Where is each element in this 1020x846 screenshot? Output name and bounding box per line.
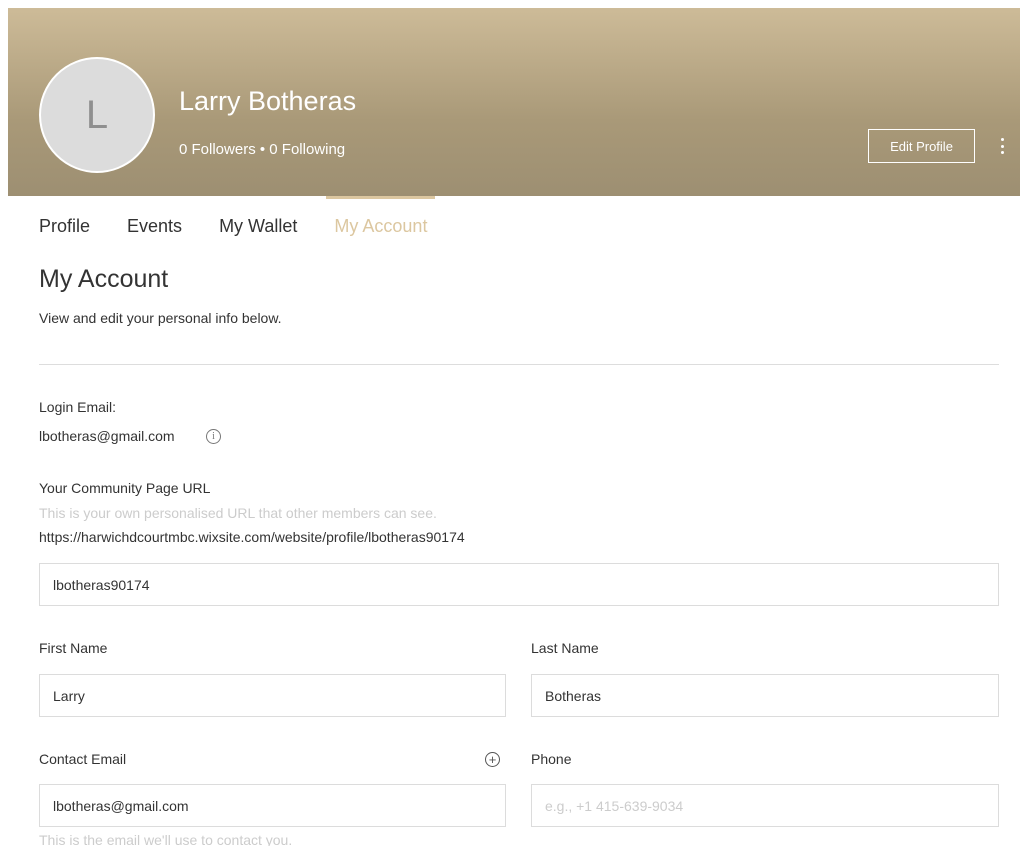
page-title: My Account xyxy=(39,265,169,293)
login-email-label: Login Email: xyxy=(39,399,117,415)
profile-tabs: Profile Events My Wallet My Account xyxy=(39,196,464,240)
page-subtitle: View and edit your personal info below. xyxy=(39,310,282,326)
tab-profile[interactable]: Profile xyxy=(39,196,90,240)
tab-events[interactable]: Events xyxy=(127,196,182,240)
plus-circle-icon[interactable]: + xyxy=(485,752,500,767)
contact-email-label: Contact Email xyxy=(39,751,127,767)
contact-email-hint: This is the email we'll use to contact y… xyxy=(39,832,293,846)
community-url-hint: This is your own personalised URL that o… xyxy=(39,505,437,521)
divider xyxy=(39,364,999,365)
first-name-input[interactable] xyxy=(39,674,506,717)
phone-input[interactable] xyxy=(531,784,999,827)
last-name-label: Last Name xyxy=(531,640,599,656)
profile-name: Larry Botheras xyxy=(179,86,357,116)
avatar[interactable]: L xyxy=(39,57,155,173)
info-icon[interactable]: i xyxy=(206,429,221,444)
tab-my-account[interactable]: My Account xyxy=(326,196,436,240)
login-email-value: lbotheras@gmail.com xyxy=(39,428,175,444)
edit-profile-button[interactable]: Edit Profile xyxy=(868,129,975,163)
community-url-value: https://harwichdcourtmbc.wixsite.com/web… xyxy=(39,529,465,545)
profile-header: L Larry Botheras 0 Followers • 0 Followi… xyxy=(8,8,1020,196)
community-url-slug-input[interactable] xyxy=(39,563,999,606)
community-url-label: Your Community Page URL xyxy=(39,480,211,496)
first-name-label: First Name xyxy=(39,640,108,656)
more-options-icon[interactable] xyxy=(997,136,1007,156)
last-name-input[interactable] xyxy=(531,674,999,717)
tab-my-wallet[interactable]: My Wallet xyxy=(219,196,297,240)
phone-label: Phone xyxy=(531,751,572,767)
avatar-initial: L xyxy=(85,92,109,137)
contact-email-input[interactable] xyxy=(39,784,506,827)
follow-counts[interactable]: 0 Followers • 0 Following xyxy=(179,141,345,158)
